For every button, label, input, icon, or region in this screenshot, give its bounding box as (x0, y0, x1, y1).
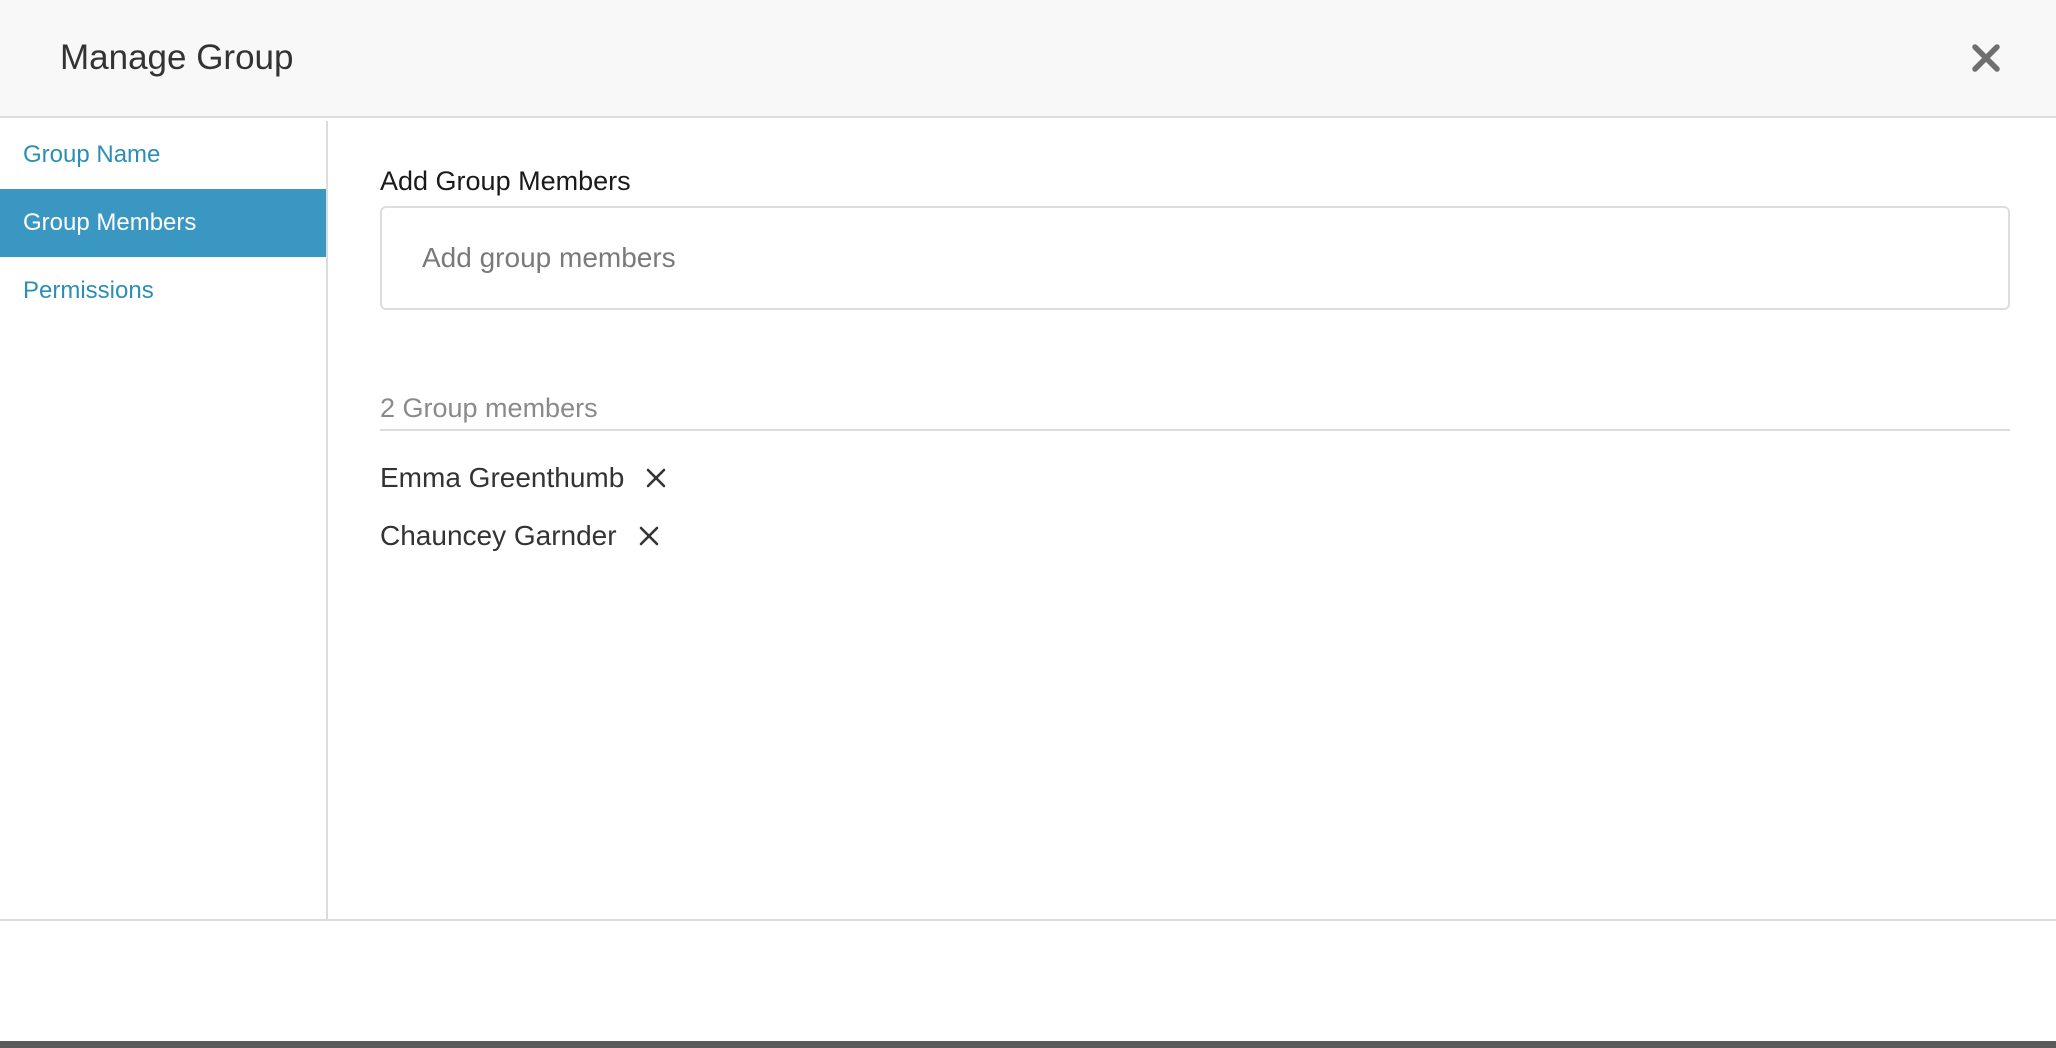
close-button[interactable] (1966, 38, 2006, 78)
sidebar-item-label: Permissions (23, 277, 154, 304)
sidebar-nav: Group Name Group Members Permissions (0, 121, 328, 920)
sidebar-item-label: Group Name (23, 141, 161, 168)
sidebar-item-group-members[interactable]: Group Members (0, 189, 326, 257)
sidebar-item-permissions[interactable]: Permissions (0, 257, 326, 325)
section-title: Add Group Members (380, 166, 631, 196)
member-item: Emma Greenthumb (380, 458, 668, 498)
member-item: Chauncey Garnder (380, 516, 661, 556)
sidebar-item-group-name[interactable]: Group Name (0, 121, 326, 189)
member-name: Emma Greenthumb (380, 462, 625, 493)
modal-footer (0, 919, 2056, 1041)
members-count-label: 2 Group members (380, 393, 598, 423)
main-content: Add Group Members 2 Group members Emma G… (328, 121, 2056, 920)
modal-header: Manage Group (0, 0, 2056, 118)
remove-member-button[interactable] (637, 524, 661, 548)
add-members-input[interactable] (380, 206, 2010, 310)
divider (380, 429, 2010, 431)
window-bottom-edge (0, 1041, 2056, 1048)
remove-icon (647, 468, 666, 488)
close-icon (1972, 44, 2000, 72)
sidebar-item-label: Group Members (23, 209, 197, 236)
remove-icon (639, 526, 658, 546)
manage-group-modal: Manage Group Group Name Group Members Pe… (0, 0, 2056, 1041)
remove-member-button[interactable] (644, 466, 668, 490)
member-name: Chauncey Garnder (380, 520, 617, 551)
modal-title: Manage Group (60, 38, 294, 77)
